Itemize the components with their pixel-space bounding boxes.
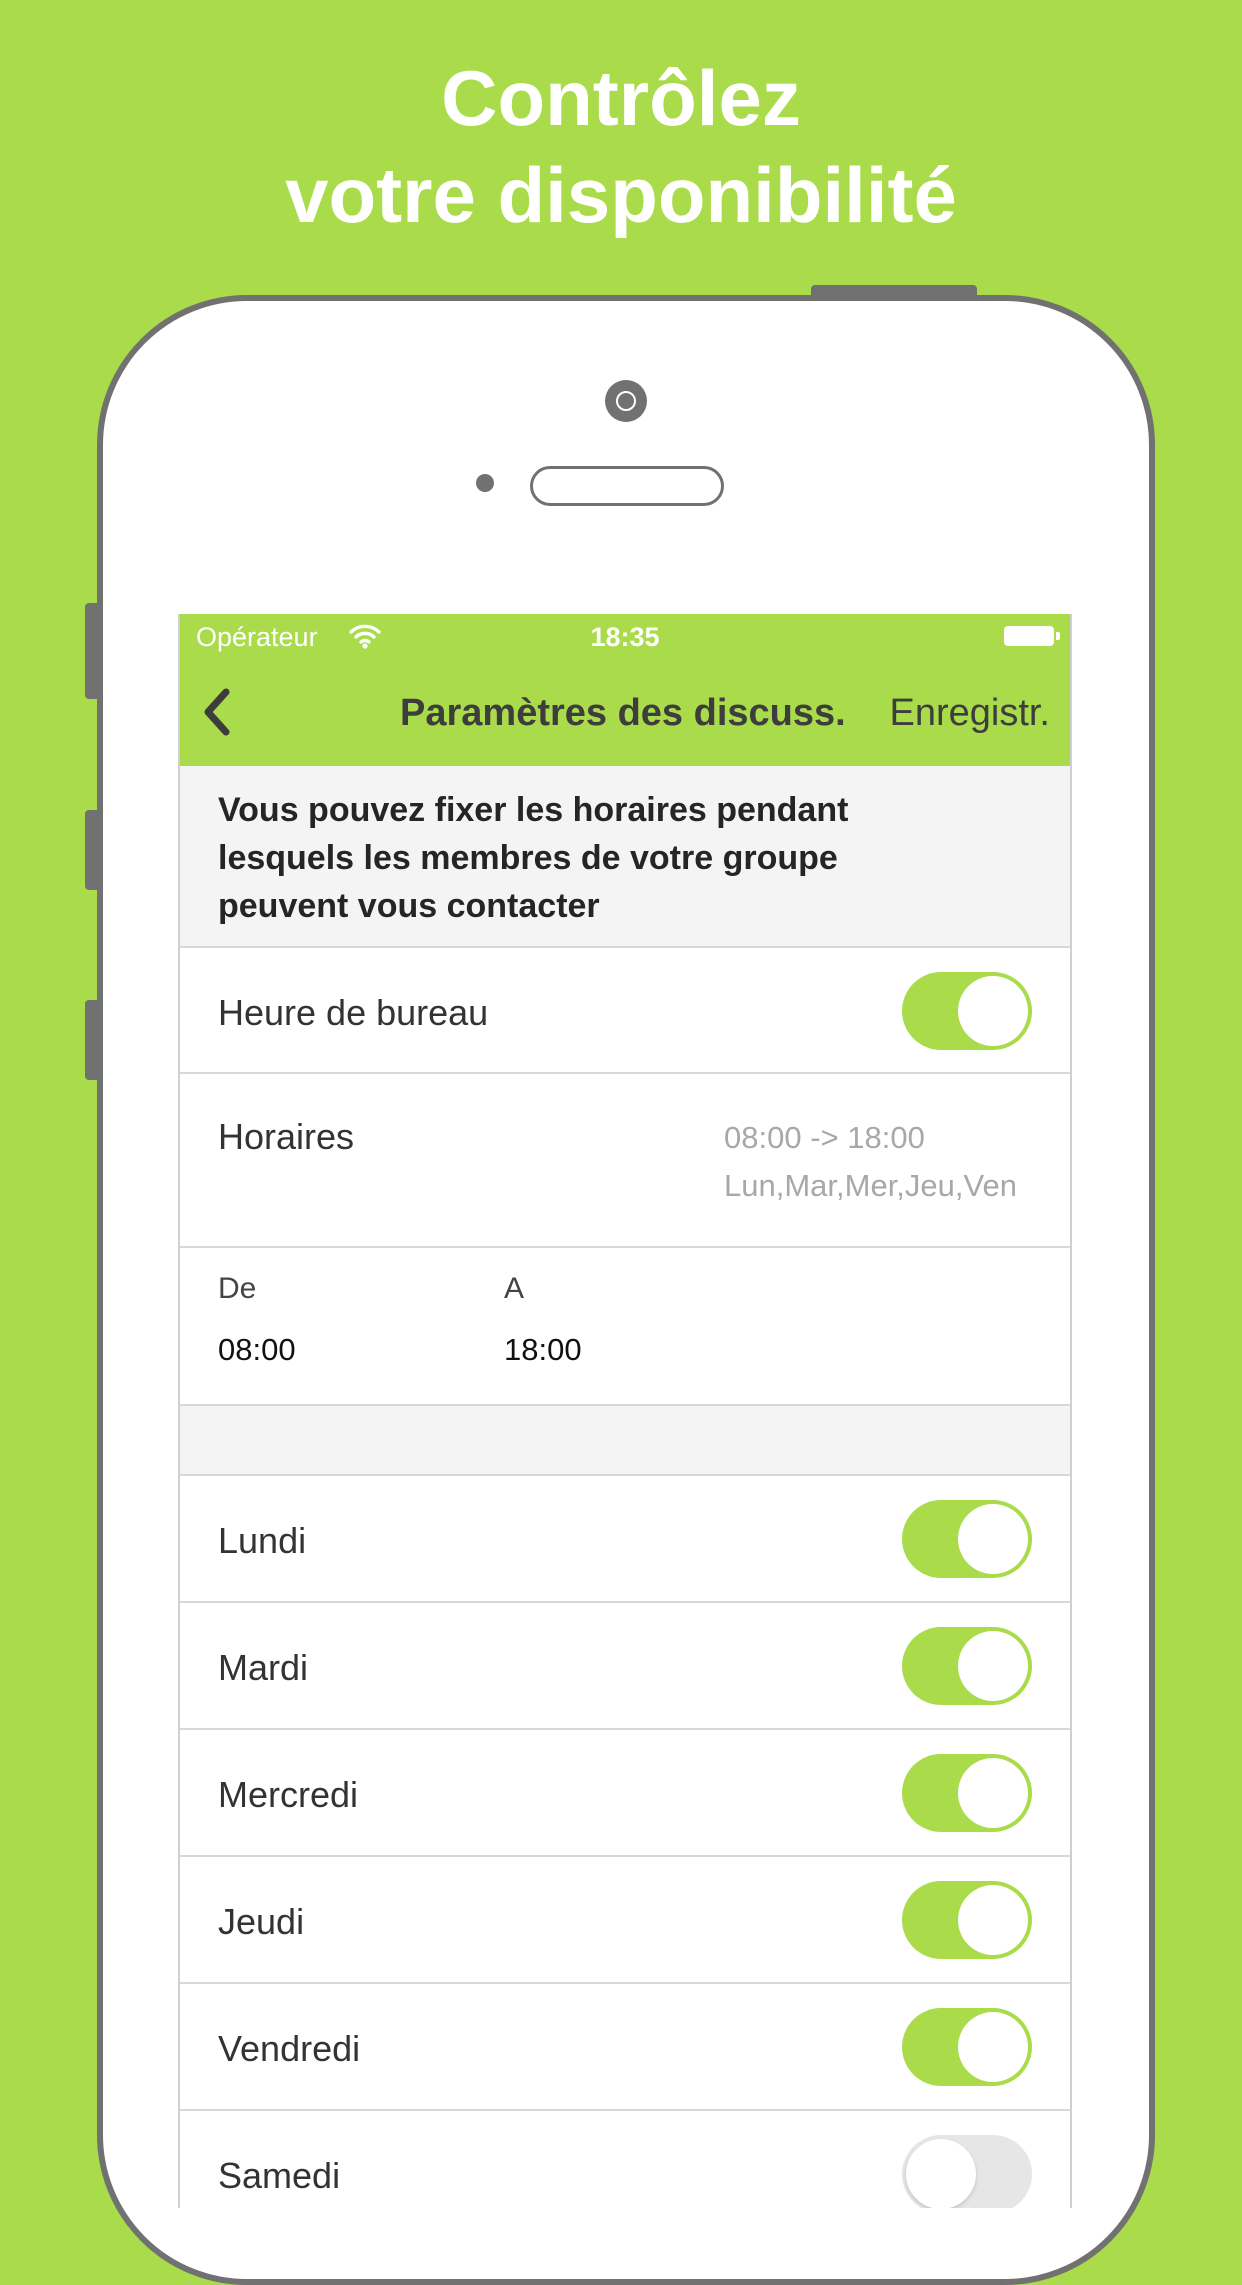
office-hours-toggle[interactable]: [902, 972, 1032, 1050]
schedule-summary: 08:00 -> 18:00 Lun,Mar,Mer,Jeu,Ven: [724, 1114, 1017, 1210]
phone-screen: Opérateur 18:35 Paramètres des discuss. …: [178, 614, 1072, 2208]
toggle-knob: [958, 2012, 1028, 2082]
status-bar: Opérateur 18:35: [180, 614, 1070, 662]
mercredi-toggle[interactable]: [902, 1754, 1032, 1832]
from-label: De: [218, 1272, 257, 1305]
office-hours-label: Heure de bureau: [218, 992, 489, 1033]
save-button[interactable]: Enregistr.: [889, 692, 1050, 735]
phone-sensor: [476, 474, 494, 492]
day-row-jeudi: Jeudi: [180, 1857, 1070, 1984]
battery-icon: [1004, 626, 1060, 646]
day-row-mardi: Mardi: [180, 1603, 1070, 1730]
jeudi-toggle[interactable]: [902, 1881, 1032, 1959]
headline-line-1: Contrôlez: [441, 54, 801, 142]
time-range-row: De 08:00 A 18:00: [180, 1248, 1070, 1406]
headline: Contrôlez votre disponibilité: [0, 50, 1242, 244]
from-time-field[interactable]: 08:00: [218, 1332, 296, 1368]
day-label: Vendredi: [218, 2028, 361, 2069]
day-label: Samedi: [218, 2155, 341, 2196]
toggle-knob: [906, 2139, 976, 2208]
headline-line-2: votre disponibilité: [285, 151, 957, 239]
schedule-days: Lun,Mar,Mer,Jeu,Ven: [724, 1168, 1017, 1203]
to-time-field[interactable]: 18:00: [504, 1332, 582, 1368]
day-label: Mardi: [218, 1647, 309, 1688]
day-label: Mercredi: [218, 1774, 359, 1815]
phone-speaker: [530, 466, 724, 506]
status-time: 18:35: [590, 622, 660, 652]
chevron-left-icon: [204, 688, 230, 736]
toggle-knob: [958, 1504, 1028, 1574]
schedule-hours: 08:00 -> 18:00: [724, 1120, 925, 1155]
to-label: A: [504, 1272, 525, 1305]
office-hours-row: Heure de bureau: [180, 948, 1070, 1074]
day-row-mercredi: Mercredi: [180, 1730, 1070, 1857]
intro-section: Vous pouvez fixer les horaires pendant l…: [180, 766, 1070, 948]
schedule-label: Horaires: [218, 1116, 355, 1157]
schedule-row[interactable]: Horaires 08:00 -> 18:00 Lun,Mar,Mer,Jeu,…: [180, 1074, 1070, 1248]
mardi-toggle[interactable]: [902, 1627, 1032, 1705]
samedi-toggle[interactable]: [902, 2135, 1032, 2208]
page-title: Paramètres des discuss.: [400, 692, 846, 734]
day-label: Jeudi: [218, 1901, 305, 1942]
day-row-samedi: Samedi: [180, 2111, 1070, 2208]
intro-text: Vous pouvez fixer les horaires pendant l…: [218, 791, 849, 925]
vendredi-toggle[interactable]: [902, 2008, 1032, 2086]
day-label: Lundi: [218, 1520, 307, 1561]
day-row-lundi: Lundi: [180, 1476, 1070, 1603]
day-row-vendredi: Vendredi: [180, 1984, 1070, 2111]
phone-camera: [605, 380, 647, 422]
back-button[interactable]: [194, 682, 244, 742]
toggle-knob: [958, 1758, 1028, 1828]
section-spacer: [180, 1406, 1070, 1476]
navigation-bar: Paramètres des discuss. Enregistr.: [180, 662, 1070, 766]
lundi-toggle[interactable]: [902, 1500, 1032, 1578]
toggle-knob: [958, 976, 1028, 1046]
toggle-knob: [958, 1885, 1028, 1955]
toggle-knob: [958, 1631, 1028, 1701]
